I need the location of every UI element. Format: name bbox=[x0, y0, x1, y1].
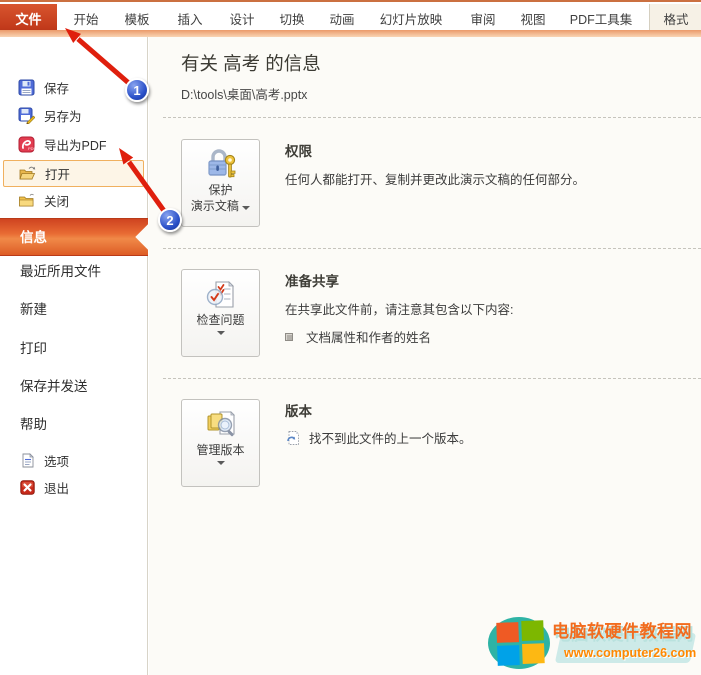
section-text: 权限 任何人都能打开、复制并更改此演示文稿的任何部分。 bbox=[285, 139, 585, 227]
button-label: 检查问题 bbox=[196, 313, 245, 327]
step-2-badge: 2 bbox=[158, 208, 182, 232]
sidebar-nav-label: 保存并发送 bbox=[20, 379, 88, 394]
folder-icon bbox=[19, 193, 34, 207]
sidebar-nav-label: 打印 bbox=[20, 341, 47, 356]
bullet-square-icon bbox=[285, 332, 293, 341]
page-title: 有关 高考 的信息 bbox=[181, 53, 321, 74]
check-for-issues-button[interactable]: 检查问题 bbox=[181, 269, 260, 357]
bullet-text: 文档属性和作者的姓名 bbox=[306, 331, 432, 345]
no-previous-version-item: 找不到此文件的上一个版本。 bbox=[285, 428, 472, 447]
button-label: 保护 演示文稿 bbox=[191, 182, 251, 214]
step-1-badge: 1 bbox=[125, 78, 149, 102]
sidebar-item-label: 导出为PDF bbox=[44, 139, 107, 153]
sidebar-item-close[interactable]: 关闭 bbox=[3, 187, 144, 214]
lock-and-key-icon bbox=[207, 149, 235, 178]
sidebar-nav-info[interactable]: 信息 bbox=[0, 218, 161, 256]
tab-format[interactable]: 格式 bbox=[664, 4, 689, 32]
sidebar-item-exit[interactable]: 退出 bbox=[3, 474, 144, 500]
tab-pdf-tools[interactable]: PDF工具集 bbox=[570, 4, 633, 32]
sidebar-item-label: 另存为 bbox=[44, 110, 82, 124]
tab-home[interactable]: 开始 bbox=[73, 4, 98, 32]
sidebar-item-export-pdf[interactable]: PDF 导出为PDF bbox=[3, 131, 144, 158]
floppy-disk-pencil-icon bbox=[18, 107, 35, 124]
sidebar-item-label: 打开 bbox=[45, 168, 71, 182]
watermark-site-url: www.computer26.com bbox=[564, 646, 697, 660]
section-prepare-sharing: 检查问题 准备共享 在共享此文件前，请注意其包含以下内容: 文档属性和作者的姓名 bbox=[181, 269, 691, 357]
options-page-icon bbox=[22, 452, 34, 467]
tab-transitions[interactable]: 切换 bbox=[279, 4, 304, 32]
sidebar-item-label: 保存 bbox=[44, 82, 70, 96]
ribbon-accent-band bbox=[0, 30, 701, 37]
sidebar-item-save[interactable]: 保存 bbox=[3, 74, 144, 101]
svg-text:PDF: PDF bbox=[28, 146, 35, 151]
open-folder-icon bbox=[19, 166, 36, 180]
section-heading: 版本 bbox=[285, 404, 312, 419]
manage-versions-icon bbox=[207, 411, 235, 437]
sidebar-item-options[interactable]: 选项 bbox=[3, 447, 144, 473]
sidebar-item-label: 关闭 bbox=[44, 195, 70, 209]
backstage-info-pane: 有关 高考 的信息 D:\tools\桌面\高考.pptx 保护 演示文稿 权限… bbox=[149, 37, 701, 675]
powerpoint-backstage-window: 文件 开始 模板 插入 设计 切换 动画 幻灯片放映 审阅 视图 PDF工具集 … bbox=[0, 0, 701, 675]
sidebar-nav-save-send[interactable]: 保存并发送 bbox=[0, 368, 148, 406]
ribbon-tab-bar: 文件 开始 模板 插入 设计 切换 动画 幻灯片放映 审阅 视图 PDF工具集 … bbox=[0, 0, 701, 32]
sidebar-nav-label: 最近所用文件 bbox=[20, 264, 101, 279]
windows-flag-icon bbox=[496, 620, 546, 666]
manage-versions-button[interactable]: 管理版本 bbox=[181, 399, 260, 487]
tab-slideshow[interactable]: 幻灯片放映 bbox=[380, 4, 443, 32]
watermark-site-name: 电脑软硬件教程网 bbox=[552, 622, 692, 641]
inspect-document-icon bbox=[206, 281, 234, 308]
sidebar-nav-help[interactable]: 帮助 bbox=[0, 406, 148, 444]
section-heading: 准备共享 bbox=[285, 274, 339, 289]
dropdown-arrow-icon bbox=[242, 206, 251, 211]
sidebar-item-save-as[interactable]: 另存为 bbox=[3, 102, 144, 129]
protect-presentation-button[interactable]: 保护 演示文稿 bbox=[181, 139, 260, 227]
sidebar-item-label: 选项 bbox=[44, 454, 70, 469]
exit-x-icon bbox=[20, 479, 35, 495]
share-warning-item: 文档属性和作者的姓名 bbox=[285, 327, 513, 346]
backstage-sidebar: 保存 另存为 PDF 导出为PDF 打开 关闭 信息 最近所用文件 新建 打印 … bbox=[0, 37, 161, 675]
section-heading: 权限 bbox=[285, 144, 312, 159]
tab-template[interactable]: 模板 bbox=[124, 4, 149, 32]
section-body: 在共享此文件前，请注意其包含以下内容: bbox=[285, 303, 514, 317]
tab-file[interactable]: 文件 bbox=[0, 4, 57, 32]
section-body: 任何人都能打开、复制并更改此演示文稿的任何部分。 bbox=[285, 173, 586, 187]
previous-version-page-icon bbox=[287, 430, 299, 445]
section-text: 版本 找不到此文件的上一个版本。 bbox=[285, 399, 472, 487]
sidebar-nav-new[interactable]: 新建 bbox=[0, 291, 148, 329]
tab-insert[interactable]: 插入 bbox=[177, 4, 202, 32]
section-separator bbox=[163, 248, 701, 249]
sidebar-nav-label: 信息 bbox=[20, 230, 47, 245]
section-separator bbox=[163, 378, 701, 379]
section-versions: 管理版本 版本 找不到此文件的上一个版本。 bbox=[181, 399, 691, 487]
sidebar-nav-print[interactable]: 打印 bbox=[0, 330, 148, 368]
sidebar-nav-label: 帮助 bbox=[20, 417, 47, 432]
pdf-export-icon: PDF bbox=[18, 136, 35, 153]
dropdown-arrow-icon bbox=[216, 461, 225, 465]
floppy-disk-icon bbox=[18, 79, 35, 96]
tab-review[interactable]: 审阅 bbox=[470, 4, 495, 32]
dropdown-arrow-icon bbox=[216, 331, 225, 335]
section-separator bbox=[163, 117, 701, 118]
section-permissions: 保护 演示文稿 权限 任何人都能打开、复制并更改此演示文稿的任何部分。 bbox=[181, 139, 691, 227]
tab-design[interactable]: 设计 bbox=[229, 4, 254, 32]
tab-animations[interactable]: 动画 bbox=[329, 4, 354, 32]
watermark: 电脑软硬件教程网 www.computer26.com bbox=[488, 613, 701, 673]
sidebar-item-label: 退出 bbox=[44, 481, 70, 496]
tab-view[interactable]: 视图 bbox=[520, 4, 545, 32]
section-text: 准备共享 在共享此文件前，请注意其包含以下内容: 文档属性和作者的姓名 bbox=[285, 269, 513, 357]
sidebar-nav-recent[interactable]: 最近所用文件 bbox=[0, 253, 148, 291]
sidebar-item-open[interactable]: 打开 bbox=[3, 160, 144, 187]
item-text: 找不到此文件的上一个版本。 bbox=[309, 432, 472, 446]
file-path: D:\tools\桌面\高考.pptx bbox=[181, 88, 308, 102]
button-label: 管理版本 bbox=[196, 443, 245, 457]
sidebar-nav-label: 新建 bbox=[20, 302, 47, 317]
